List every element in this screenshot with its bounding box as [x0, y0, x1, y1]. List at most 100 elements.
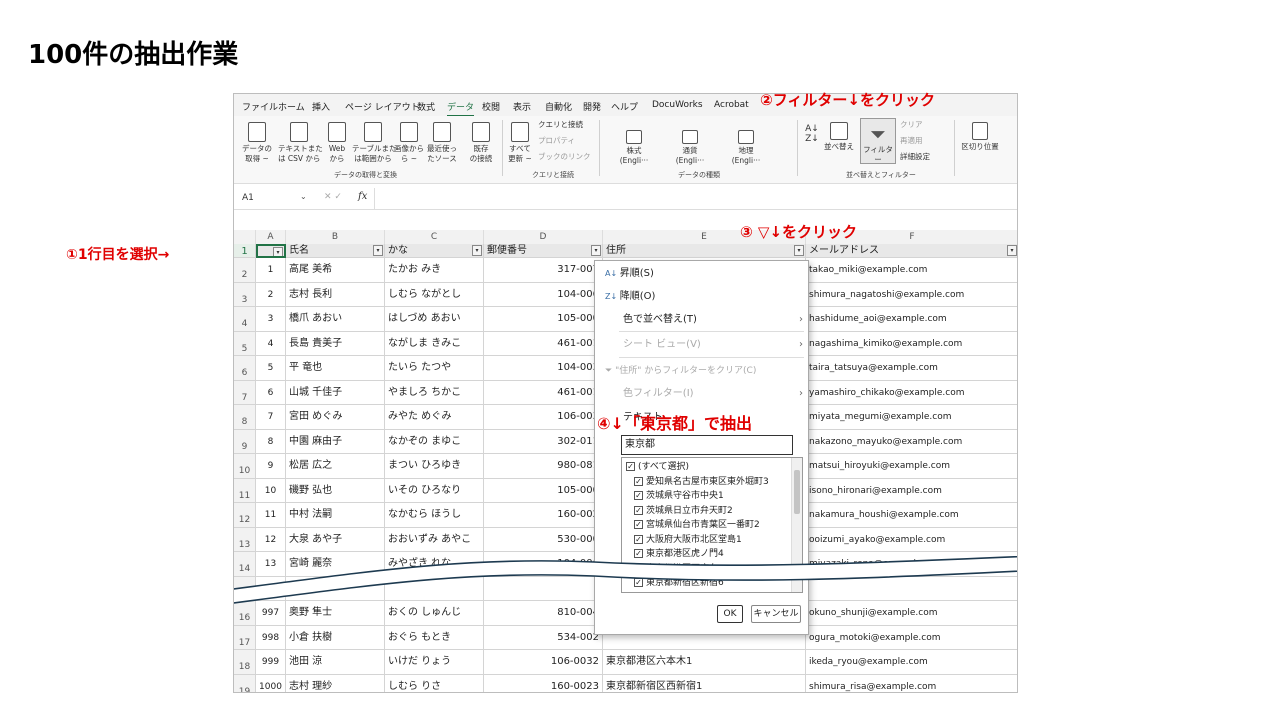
cell-mail[interactable]: ooizumi_ayako@example.com — [806, 528, 1017, 552]
cell-mail[interactable]: ogura_motoki@example.com — [806, 626, 1017, 650]
cell-addr[interactable]: 東京都新宿区西新宿1 — [603, 674, 806, 692]
cell-zip[interactable]: 530-000 — [484, 527, 603, 552]
row-number[interactable]: 15 — [234, 576, 256, 601]
cell-mail[interactable]: shimura_risa@example.com — [806, 675, 1017, 693]
cell-n[interactable]: 7 — [256, 405, 286, 430]
filter-list-item[interactable]: ✓東京都港区芝浦4 — [626, 591, 715, 594]
reapply-button[interactable]: 再適用 — [900, 136, 923, 146]
header-cell[interactable]: 郵便番号 ▾ — [484, 244, 603, 258]
cell-n[interactable]: 1000 — [256, 674, 286, 692]
cell-zip[interactable]: 160-0023 — [484, 674, 603, 692]
cell-n[interactable]: 4 — [256, 331, 286, 356]
row-number[interactable]: 5 — [234, 331, 256, 356]
recent-sources-button[interactable]: 最近使っ たソース — [426, 122, 458, 164]
cell-name[interactable]: 長島 貴美子 — [286, 331, 385, 356]
sort-az-button[interactable]: A↓ Z↓ — [802, 124, 822, 144]
cell-mail[interactable]: isono_hironari@example.com — [806, 479, 1017, 503]
cell-n[interactable]: 11 — [256, 503, 286, 528]
cell-kana[interactable]: おおいずみ あやこ — [385, 527, 484, 552]
cancel-button[interactable]: キャンセル — [751, 605, 801, 623]
cell-kana[interactable]: おくの しゅんじ — [385, 601, 484, 626]
row-number[interactable]: 3 — [234, 282, 256, 307]
menu-tab-10[interactable]: ヘルプ — [611, 100, 638, 113]
menu-tab-11[interactable]: DocuWorks — [652, 100, 703, 110]
cell-kana[interactable]: たかお みき — [385, 258, 484, 283]
cell-n[interactable] — [256, 576, 286, 601]
sheet-view-item[interactable]: シート ビュー(V) › — [605, 336, 805, 354]
cell-kana[interactable]: いけだ りょう — [385, 650, 484, 675]
cancel-entry-icon[interactable]: ✕ ✓ — [324, 192, 342, 202]
cell-name[interactable]: 志村 長利 — [286, 282, 385, 307]
ok-button[interactable]: OK — [717, 605, 743, 623]
cell-n[interactable]: 8 — [256, 429, 286, 454]
cell-mail[interactable]: okuno_shunji@example.com — [806, 601, 1017, 626]
filter-dropdown-icon[interactable]: ▾ — [373, 245, 383, 256]
cell-zip[interactable]: 461-001 — [484, 331, 603, 356]
column-header[interactable]: B — [286, 230, 385, 244]
cell-zip[interactable]: 105-000 — [484, 307, 603, 332]
header-cell[interactable]: かな ▾ — [385, 244, 484, 258]
cell-name[interactable] — [286, 576, 385, 601]
cell-name[interactable]: 中園 麻由子 — [286, 429, 385, 454]
filter-list-item[interactable]: ✓ 大阪府大阪市北区堂島1 — [626, 533, 742, 547]
cell-kana[interactable] — [385, 576, 484, 601]
clear-button[interactable]: クリア — [900, 120, 923, 130]
cell-kana[interactable]: はしづめ あおい — [385, 307, 484, 332]
cell-mail[interactable]: hashidume_aoi@example.com — [806, 307, 1017, 332]
cell-name[interactable]: 志村 理紗 — [286, 674, 385, 692]
checkbox-icon[interactable]: ✓ — [634, 549, 643, 558]
checkbox-icon[interactable]: ✓ — [626, 462, 635, 471]
cell-mail[interactable]: nagashima_kimiko@example.com — [806, 332, 1017, 356]
header-cell[interactable]: ▾ — [256, 244, 286, 258]
row-number[interactable]: 2 — [234, 258, 256, 283]
cell-kana[interactable]: しむら ながとし — [385, 282, 484, 307]
cell-zip[interactable]: 106-0032 — [484, 650, 603, 675]
cell-n[interactable]: 10 — [256, 478, 286, 503]
checkbox-icon[interactable]: ✓ — [634, 534, 643, 544]
cell-n[interactable]: 997 — [256, 601, 286, 626]
row-number[interactable]: 4 — [234, 307, 256, 332]
web-button[interactable]: Web から — [324, 122, 350, 164]
cell-name[interactable]: 橋爪 あおい — [286, 307, 385, 332]
sort-button[interactable]: 並べ替え — [824, 122, 854, 152]
filter-list-item[interactable]: ✓ (すべて選択) — [626, 460, 689, 474]
row-number[interactable]: 8 — [234, 405, 256, 430]
menu-tab-5[interactable]: データ — [447, 100, 475, 117]
filter-dropdown-icon[interactable]: ▾ — [472, 245, 482, 256]
cell-name[interactable]: 宮崎 麗奈 — [286, 552, 385, 577]
name-box[interactable]: A1 — [242, 193, 308, 207]
checkbox-icon[interactable]: ✓ — [634, 593, 643, 594]
cell-name[interactable]: 磯野 弘也 — [286, 478, 385, 503]
cell-name[interactable]: 平 竜也 — [286, 356, 385, 381]
cell-kana[interactable]: しむら りさ — [385, 674, 484, 692]
geography-button[interactable]: 地理 (Engli··· — [724, 130, 768, 166]
color-filter-item[interactable]: 色フィルター(I) › — [605, 385, 805, 403]
cell-mail[interactable] — [806, 577, 1017, 601]
filter-list-item[interactable]: ✓ 東京都港区虎ノ門4 — [626, 547, 724, 561]
filter-list-item[interactable]: ✓ 東京都新宿区新宿6 — [626, 576, 724, 590]
row-number[interactable]: 16 — [234, 601, 256, 626]
text-to-columns-button[interactable]: 区切り位置 — [960, 122, 1000, 152]
filter-search-input[interactable]: 東京都 — [621, 435, 793, 455]
checkbox-icon[interactable]: ✓ — [634, 491, 643, 500]
row-number[interactable]: 7 — [234, 380, 256, 405]
cell-mail[interactable]: nakazono_mayuko@example.com — [806, 430, 1017, 454]
cell-n[interactable]: 6 — [256, 380, 286, 405]
filter-list-item[interactable]: ✓ 茨城県日立市弁天町2 — [626, 504, 733, 518]
cell-mail[interactable]: miyazaki_rena@example.com — [806, 552, 1017, 577]
cell-name[interactable]: 山城 千佳子 — [286, 380, 385, 405]
properties-button[interactable]: プロパティ — [538, 136, 575, 146]
cell-kana[interactable]: やましろ ちかこ — [385, 380, 484, 405]
cell-name[interactable]: 池田 涼 — [286, 650, 385, 675]
select-all-corner[interactable] — [234, 230, 256, 244]
cell-kana[interactable]: みやざき れな — [385, 552, 484, 577]
cell-n[interactable]: 3 — [256, 307, 286, 332]
column-header[interactable]: D — [484, 230, 603, 244]
column-header[interactable]: C — [385, 230, 484, 244]
checkbox-icon[interactable]: ✓ — [634, 505, 643, 515]
menu-tab-2[interactable]: 挿入 — [312, 100, 330, 113]
cell-name[interactable]: 大泉 あや子 — [286, 527, 385, 552]
row-number[interactable]: 17 — [234, 625, 256, 650]
sort-asc-item[interactable]: A↓ 昇順(S) — [605, 265, 805, 283]
cell-kana[interactable]: いその ひろなり — [385, 478, 484, 503]
